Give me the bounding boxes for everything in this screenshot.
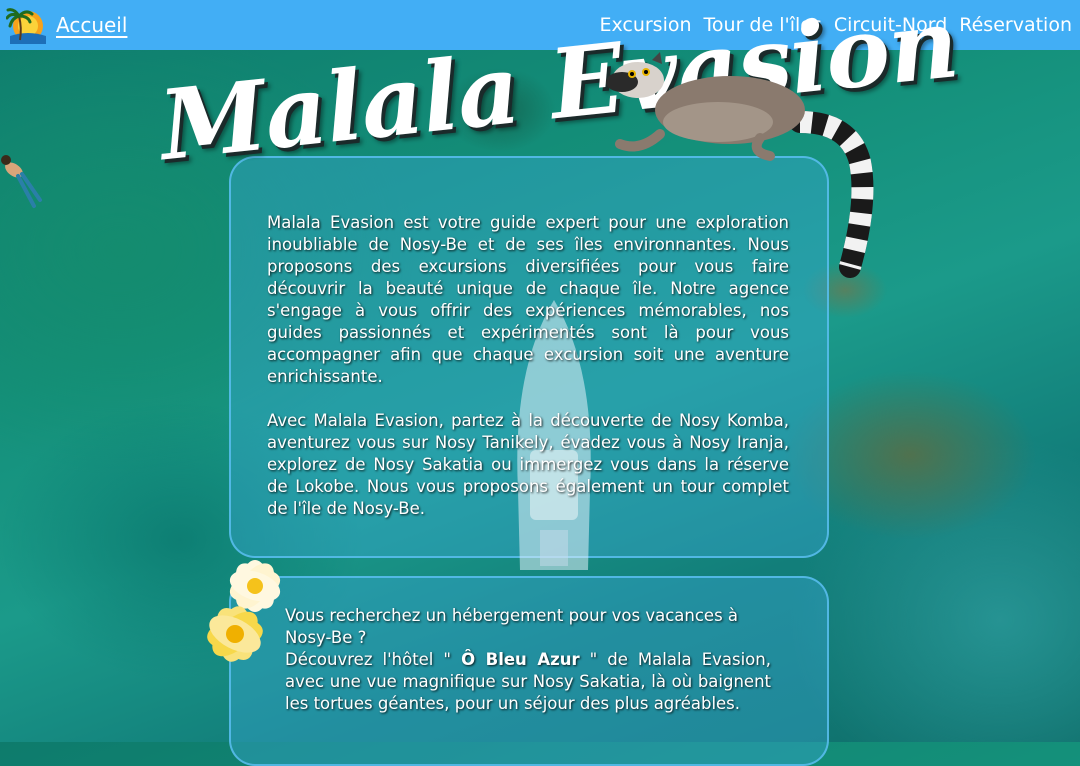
hotel-text: Vous recherchez un hébergement pour vos … (285, 605, 771, 715)
frangipani-flower-image (193, 556, 293, 674)
snorkeler-image (0, 150, 50, 220)
hotel-line-2: Découvrez l'hôtel " Ô Bleu Azur " de Mal… (285, 649, 771, 715)
intro-paragraph-1: Malala Evasion est votre guide expert po… (267, 212, 789, 388)
hotel-line-1: Vous recherchez un hébergement pour vos … (285, 606, 739, 647)
hotel-name-link[interactable]: Ô Bleu Azur (461, 650, 580, 669)
intro-text-2: Avec Malala Evasion, partez à la découve… (267, 411, 789, 518)
intro-paragraph-2: Avec Malala Evasion, partez à la découve… (267, 410, 789, 520)
brand: Accueil (5, 6, 127, 44)
nav-link-reservation[interactable]: Réservation (959, 14, 1072, 36)
intro-text-1: Malala Evasion est votre guide expert po… (267, 213, 789, 386)
nav-home-link[interactable]: Accueil (56, 13, 127, 37)
palm-sunset-logo[interactable] (5, 6, 48, 44)
hotel-line-2-prefix: Découvrez l'hôtel " (285, 650, 462, 669)
